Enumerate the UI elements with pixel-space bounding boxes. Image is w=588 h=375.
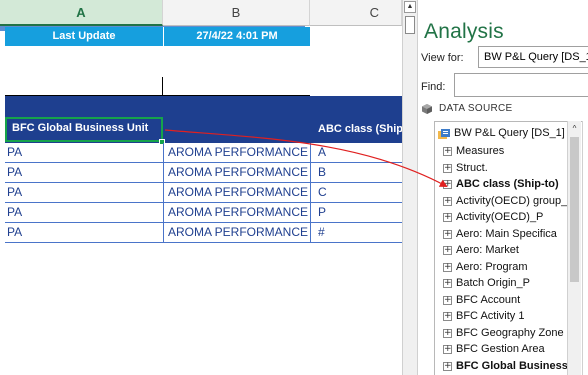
view-for-label: View for:: [421, 52, 464, 64]
expand-icon[interactable]: +: [443, 345, 452, 354]
cell-business-unit[interactable]: PA: [7, 143, 157, 162]
data-source-label: DATA SOURCE: [439, 103, 513, 114]
spreadsheet[interactable]: A B C Last Update 27/4/22 4:01 PM P&L - …: [0, 0, 402, 375]
tree-item-label: ABC class (Ship-to): [456, 178, 559, 190]
cell-business-unit[interactable]: PA: [7, 183, 157, 202]
header-cell-global-business-unit[interactable]: BFC Global Business Unit: [12, 116, 162, 143]
tree-item[interactable]: + BFC Gestion Area: [435, 342, 580, 358]
expand-icon[interactable]: +: [443, 147, 452, 156]
cell-business-name[interactable]: AROMA PERFORMANCE: [168, 183, 311, 202]
expand-icon[interactable]: +: [443, 361, 452, 371]
tree-item[interactable]: + Aero: Market: [435, 243, 580, 259]
table-row[interactable]: PA AROMA PERFORMANCE A: [5, 143, 402, 163]
tree-item[interactable]: + Struct.: [435, 161, 580, 177]
column-divider: [163, 143, 164, 243]
cell-business-unit[interactable]: PA: [7, 163, 157, 182]
expand-icon[interactable]: +: [443, 312, 452, 321]
tree-root-item[interactable]: BW P&L Query [DS_1]: [435, 126, 580, 142]
cell-business-name[interactable]: AROMA PERFORMANCE: [168, 143, 311, 162]
data-source-tree[interactable]: BW P&L Query [DS_1] + Measures + Struct. + AB…: [434, 121, 584, 375]
tree-item-label: Aero: Main Specifica: [456, 227, 557, 240]
table-row[interactable]: PA AROMA PERFORMANCE #: [5, 223, 402, 243]
tree-item-label: Measures: [456, 145, 505, 157]
cell-abc-class[interactable]: P: [318, 203, 398, 222]
cell-business-unit[interactable]: PA: [7, 223, 157, 242]
tree-item-label: BFC Global Business: [456, 359, 568, 372]
expand-icon[interactable]: +: [443, 180, 452, 189]
expand-icon[interactable]: +: [443, 229, 452, 239]
sheet-scrollbar[interactable]: ▲: [402, 0, 417, 375]
cell-business-name[interactable]: AROMA PERFORMANCE: [168, 223, 311, 242]
tree-item-label: Struct.: [456, 161, 488, 174]
find-input[interactable]: [454, 73, 588, 97]
tree-item[interactable]: + Activity(OECD) group_P: [435, 194, 580, 210]
tree-item-label: BFC Activity 1: [456, 310, 525, 322]
cell-abc-class[interactable]: #: [318, 223, 398, 242]
query-icon: [438, 129, 450, 139]
find-label: Find:: [421, 81, 446, 93]
column-divider: [310, 143, 311, 243]
cell-divider: [162, 77, 163, 96]
tree-item[interactable]: + ABC class (Ship-to): [435, 177, 580, 193]
expand-icon[interactable]: +: [443, 246, 452, 255]
expand-icon[interactable]: +: [443, 196, 452, 206]
tree-scrollbar[interactable]: ^: [567, 121, 581, 375]
tree-item-label: BFC Geography Zone: [456, 326, 564, 339]
cell-business-name[interactable]: AROMA PERFORMANCE: [168, 163, 311, 182]
cell-abc-class[interactable]: A: [318, 143, 398, 162]
tree-item[interactable]: + BFC Activity 1: [435, 309, 580, 325]
tree-item[interactable]: + BFC Account: [435, 293, 580, 309]
scroll-up-icon[interactable]: ^: [569, 123, 580, 134]
tree-item-label: BFC Gestion Area: [456, 343, 545, 355]
tree-item-label: Aero: Program: [456, 260, 528, 273]
panel-edge: [582, 121, 588, 375]
report-title[interactable]: P&L - Consolidation View: [5, 46, 365, 77]
table-row[interactable]: PA AROMA PERFORMANCE P: [5, 203, 402, 223]
tree-item-label: Activity(OECD) group_P: [456, 194, 575, 207]
expand-icon[interactable]: +: [443, 295, 452, 305]
tree-item[interactable]: + Activity(OECD)_P: [435, 210, 580, 226]
expand-icon[interactable]: +: [443, 328, 452, 338]
table-row[interactable]: PA AROMA PERFORMANCE B: [5, 163, 402, 183]
tree-item[interactable]: + Measures: [435, 144, 580, 160]
scrollbar-thumb[interactable]: [405, 16, 415, 34]
cell-business-unit[interactable]: PA: [7, 203, 157, 222]
data-source-header: DATA SOURCE: [420, 100, 580, 118]
table-row[interactable]: PA AROMA PERFORMANCE C: [5, 183, 402, 203]
tree-item-label: Aero: Market: [456, 244, 519, 256]
tree-root-label: BW P&L Query [DS_1]: [454, 127, 565, 139]
panel-title: Analysis: [424, 20, 504, 43]
cube-icon: [422, 104, 432, 114]
expand-icon[interactable]: +: [443, 279, 452, 288]
expand-icon[interactable]: +: [443, 213, 452, 222]
tree-item-label: Batch Origin_P: [456, 277, 530, 289]
scrollbar-thumb[interactable]: [570, 137, 579, 282]
tree-item[interactable]: + BFC Geography Zone: [435, 326, 580, 342]
tree-item[interactable]: + Aero: Main Specifica: [435, 227, 580, 243]
last-update-value-cell[interactable]: 27/4/22 4:01 PM: [163, 27, 310, 46]
last-update-label-cell[interactable]: Last Update: [5, 27, 163, 46]
column-header-c[interactable]: C: [310, 0, 402, 26]
tree-item[interactable]: + BFC Global Business: [435, 359, 580, 375]
analysis-panel: Analysis View for: BW P&L Query [DS_1] F…: [417, 0, 588, 375]
cell-abc-class[interactable]: B: [318, 163, 398, 182]
view-for-dropdown[interactable]: BW P&L Query [DS_1]: [478, 46, 588, 68]
column-header-a[interactable]: A: [0, 0, 163, 26]
column-header-b[interactable]: B: [163, 0, 310, 26]
tree-item-label: Activity(OECD)_P: [456, 211, 544, 223]
expand-icon[interactable]: +: [443, 163, 452, 173]
tree-item-label: BFC Account: [456, 293, 521, 306]
tree-item[interactable]: + Batch Origin_P: [435, 276, 580, 292]
cell-abc-class[interactable]: C: [318, 183, 398, 202]
cell-business-name[interactable]: AROMA PERFORMANCE: [168, 203, 311, 222]
empty-row: [5, 77, 310, 96]
tree-item[interactable]: + Aero: Program: [435, 260, 580, 276]
header-band: [5, 96, 402, 116]
scroll-up-icon[interactable]: ▲: [404, 1, 416, 13]
header-cell-abc-class[interactable]: ABC class (Ship: [318, 116, 402, 143]
expand-icon[interactable]: +: [443, 262, 452, 272]
